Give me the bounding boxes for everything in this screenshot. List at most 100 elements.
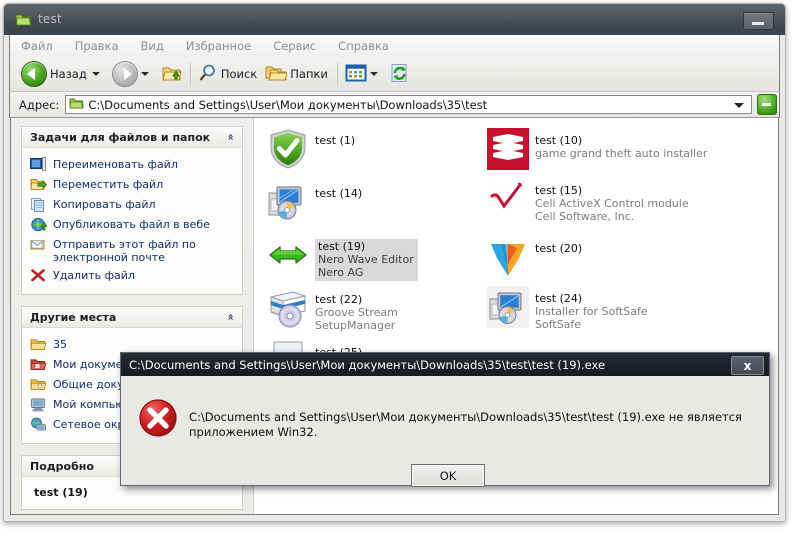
- forward-button[interactable]: [109, 60, 158, 88]
- green-double-arrow-icon: [267, 234, 311, 278]
- panel-other-places-header[interactable]: Другие места «: [22, 307, 242, 328]
- menu-item-edit[interactable]: Правка: [64, 37, 130, 55]
- go-button[interactable]: [757, 94, 777, 115]
- rename-icon: [30, 157, 48, 173]
- file-item-text: test (20): [535, 236, 582, 255]
- task-copy-file[interactable]: Копировать файл: [22, 195, 242, 215]
- address-label: Адрес:: [19, 97, 60, 112]
- file-item-text: test (14): [315, 181, 362, 200]
- views-button[interactable]: [342, 60, 387, 88]
- forward-dropdown-icon[interactable]: [140, 72, 149, 76]
- up-button[interactable]: [158, 60, 186, 88]
- task-move-file[interactable]: Переместить файл: [22, 175, 242, 195]
- file-item[interactable]: test (10) game grand theft auto installe…: [487, 128, 707, 172]
- file-item-name: test (14): [315, 187, 363, 200]
- task-delete-file-label: Удалить файл: [53, 269, 135, 282]
- menu-item-favorites[interactable]: Избранное: [175, 37, 262, 55]
- file-item-desc: Nero Wave Editor: [318, 253, 414, 266]
- address-input[interactable]: C:\Documents and Settings\User\Мои докум…: [65, 95, 752, 114]
- task-rename-file[interactable]: Переименовать файл: [22, 155, 242, 175]
- detail-file-name: test (19): [34, 486, 88, 499]
- file-item-company: SoftSafe: [535, 318, 582, 331]
- red-checkmark-icon: [487, 178, 531, 222]
- setup-installer-icon: [267, 181, 311, 225]
- file-item-name: test (24): [535, 292, 583, 305]
- back-label: Назад: [50, 67, 87, 81]
- toolbar-separator: [189, 63, 191, 85]
- up-folder-icon: [161, 63, 183, 86]
- error-dialog-title: C:\Documents and Settings\User\Мои докум…: [129, 357, 606, 372]
- views-dropdown-icon[interactable]: [369, 72, 378, 76]
- error-x-icon: [137, 397, 179, 439]
- task-email-file[interactable]: Отправить этот файл по электронной почте: [22, 235, 242, 266]
- file-item-desc: Groove Stream: [315, 306, 398, 319]
- panel-file-tasks-body: Переименовать файл Переместить файл Копи…: [22, 148, 242, 294]
- error-dialog: C:\Documents and Settings\User\Мои докум…: [120, 352, 770, 487]
- shared-documents-icon: [30, 377, 48, 393]
- file-item[interactable]: test (22) Groove Stream SetupManager: [267, 287, 398, 332]
- file-item-name: test (15): [535, 184, 583, 197]
- refresh-icon: [390, 63, 410, 86]
- menu-bar: Файл Правка Вид Избранное Сервис Справка: [9, 35, 780, 57]
- file-item[interactable]: test (1): [267, 128, 355, 172]
- copy-page-icon: [30, 197, 48, 213]
- menu-item-tools[interactable]: Сервис: [262, 37, 327, 55]
- delete-x-icon: [30, 268, 48, 284]
- file-item-text: test (15) Cell ActiveX Control module Ce…: [535, 178, 689, 223]
- menu-item-help[interactable]: Справка: [327, 37, 400, 55]
- toolbar-separator-2: [336, 63, 338, 85]
- file-item-name: test (1): [315, 134, 356, 147]
- file-item-text: test (10) game grand theft auto installe…: [535, 128, 707, 160]
- task-publish-file-web[interactable]: Опубликовать файл в вебе: [22, 215, 242, 235]
- views-icon: [345, 64, 367, 85]
- ok-button[interactable]: OK: [411, 464, 485, 487]
- cd-box-icon: [267, 287, 311, 331]
- folder-icon: [69, 97, 84, 113]
- task-delete-file[interactable]: Удалить файл: [22, 266, 242, 286]
- chevron-up-icon[interactable]: «: [224, 133, 237, 140]
- menu-item-file[interactable]: Файл: [10, 37, 64, 55]
- minimize-button[interactable]: [743, 12, 774, 30]
- panel-details-title: Подробно: [30, 459, 94, 473]
- my-computer-icon: [30, 397, 48, 413]
- file-item-text: test (19) Nero Wave Editor Nero AG: [315, 239, 418, 281]
- file-item-name: test (10): [535, 134, 583, 147]
- folders-button[interactable]: Папки: [262, 60, 333, 88]
- folder-yellow-icon: [30, 337, 48, 353]
- chevron-up-icon[interactable]: «: [224, 313, 237, 320]
- back-dropdown-icon[interactable]: [91, 72, 100, 76]
- task-email-file-label: Отправить этот файл по электронной почте: [53, 238, 196, 264]
- forward-arrow-icon: [111, 61, 138, 87]
- chevron-down-icon[interactable]: [734, 103, 744, 108]
- network-icon: [30, 417, 48, 433]
- green-shield-check-icon: [267, 128, 311, 172]
- error-dialog-message: C:\Documents and Settings\User\Мои докум…: [189, 410, 742, 439]
- globe-icon: [30, 217, 48, 233]
- mail-icon: [30, 237, 48, 253]
- panel-file-tasks-header[interactable]: Задачи для файлов и папок «: [22, 127, 242, 148]
- red-chevrons-icon: [487, 128, 531, 172]
- task-copy-file-label: Копировать файл: [53, 198, 156, 211]
- file-item[interactable]: test (14): [267, 181, 362, 225]
- address-bar: Адрес: C:\Documents and Settings\User\Мо…: [9, 92, 780, 118]
- file-item-company: Cell Software, Inc.: [535, 210, 635, 223]
- file-item-selected[interactable]: test (19) Nero Wave Editor Nero AG: [267, 234, 418, 281]
- panel-other-places-title: Другие места: [30, 310, 117, 324]
- folder-icon: [15, 12, 32, 27]
- close-icon[interactable]: x: [731, 356, 764, 375]
- file-item-text: test (22) Groove Stream SetupManager: [315, 287, 398, 332]
- file-item[interactable]: test (24) Installer for SoftSafe SoftSaf…: [487, 286, 648, 331]
- file-item-name: test (19): [318, 240, 366, 253]
- address-value: C:\Documents and Settings\User\Мои докум…: [88, 97, 488, 112]
- menu-item-view[interactable]: Вид: [130, 37, 175, 55]
- search-button[interactable]: Поиск: [195, 60, 262, 88]
- back-button[interactable]: Назад: [18, 60, 109, 88]
- file-item[interactable]: test (20): [487, 236, 582, 280]
- file-item-desc: game grand theft auto installer: [535, 147, 708, 160]
- search-label: Поиск: [220, 67, 258, 81]
- task-publish-file-web-label: Опубликовать файл в вебе: [53, 218, 210, 231]
- file-item-name: test (22): [315, 293, 363, 306]
- refresh-button[interactable]: [387, 60, 413, 88]
- search-icon: [198, 63, 218, 86]
- file-item[interactable]: test (15) Cell ActiveX Control module Ce…: [487, 178, 689, 223]
